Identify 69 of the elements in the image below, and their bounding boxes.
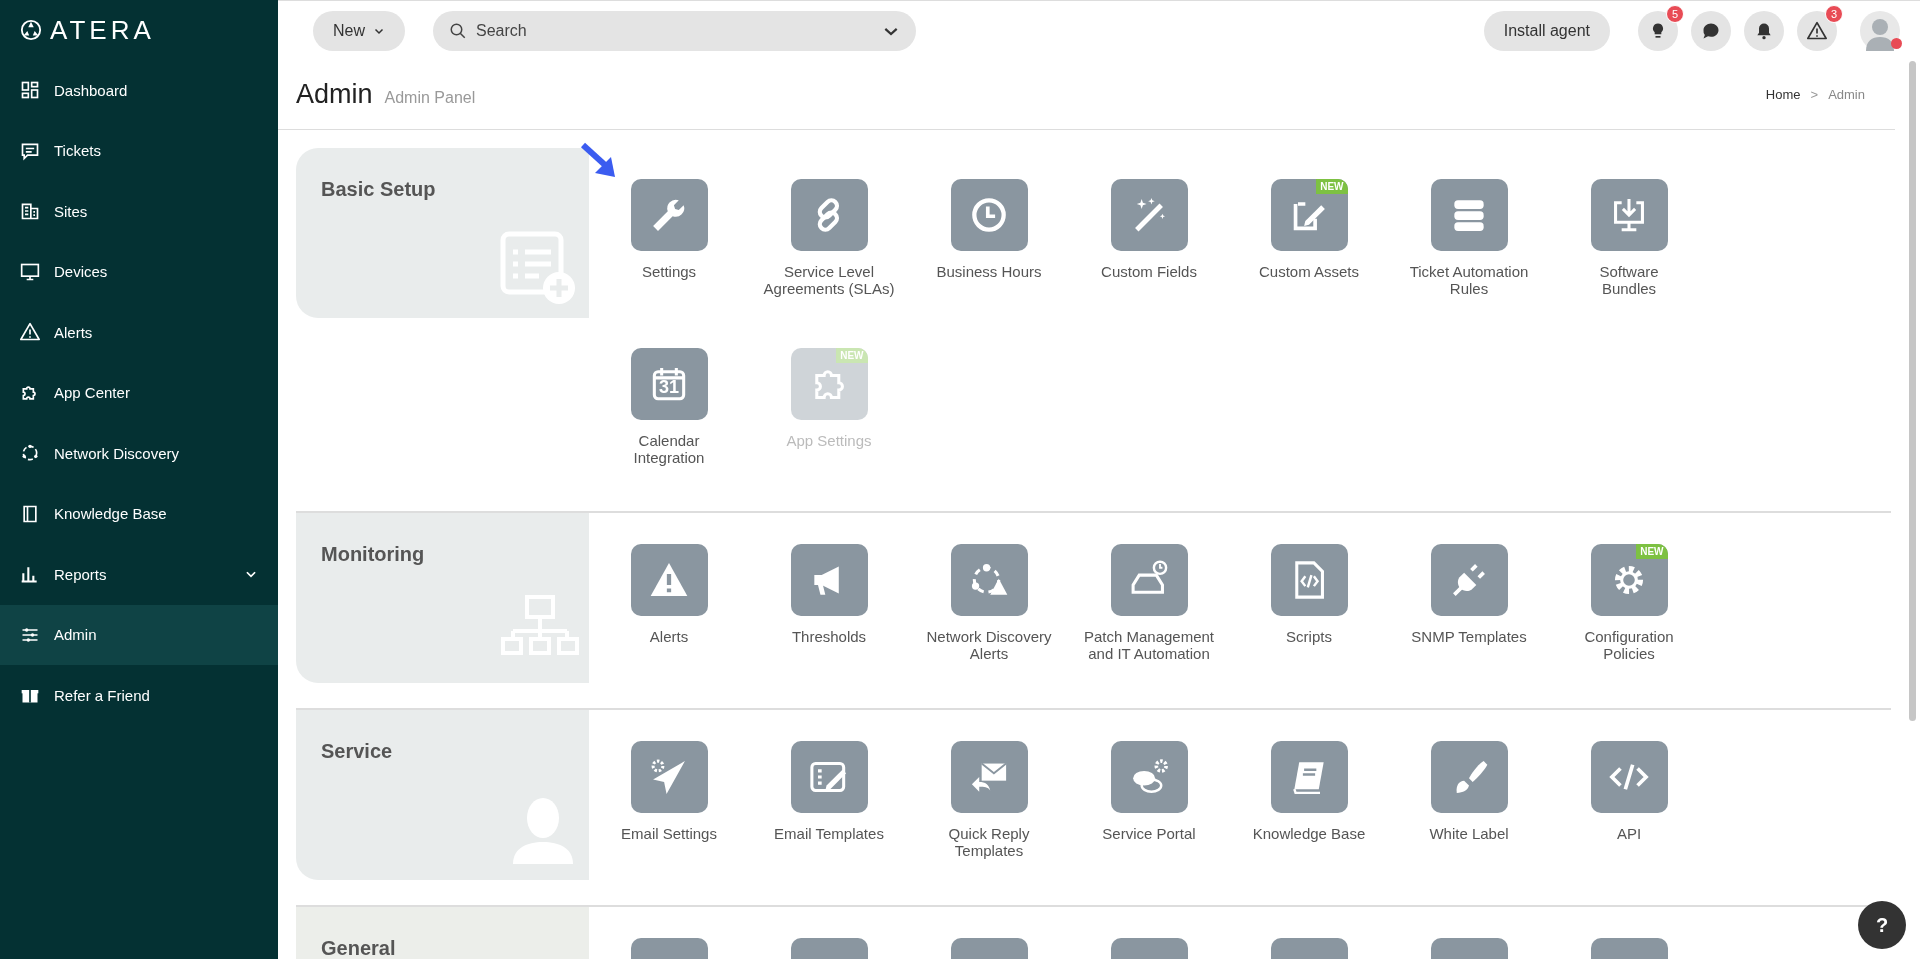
monitor-icon (20, 261, 40, 282)
scrollbar[interactable] (1909, 61, 1916, 721)
help-button[interactable]: ? (1858, 901, 1906, 949)
admin-item[interactable]: Email Templates (749, 741, 909, 879)
sidebar-item[interactable]: Tickets (0, 120, 278, 181)
search-field[interactable]: Search (433, 10, 916, 51)
section-title: General (321, 937, 396, 959)
lightbulb-button[interactable] (1638, 10, 1678, 51)
sidebar-item[interactable]: Refer a Friend (0, 665, 278, 726)
admin-item[interactable]: Scripts (1229, 544, 1389, 682)
notification-count: 3 (1825, 4, 1843, 23)
bar-chart-icon (20, 564, 40, 585)
section-title: Service (321, 740, 393, 763)
grid-icon (20, 80, 40, 101)
admin-item[interactable]: 31 Calendar Integration (589, 348, 749, 486)
admin-item[interactable]: Thresholds (749, 544, 909, 682)
admin-item[interactable]: Ticket Automation Rules (1389, 179, 1549, 317)
admin-item[interactable]: Custom Fields (1069, 179, 1229, 317)
new-button[interactable]: New (313, 10, 405, 51)
warning-button[interactable] (1797, 10, 1837, 51)
caret-icon (884, 26, 898, 36)
book-icon (20, 503, 40, 524)
admin-item[interactable]: SNMP Templates (1389, 544, 1549, 682)
breadcrumb-link[interactable]: Home (1765, 87, 1801, 102)
logo-icon (20, 19, 42, 41)
bell-button[interactable] (1744, 10, 1784, 51)
calendar-date: 31 (658, 377, 680, 398)
section-title: Monitoring (321, 543, 425, 566)
new-badge: NEW (836, 348, 868, 363)
page-subtitle: Admin Panel (384, 88, 477, 107)
admin-item[interactable]: Quick Reply Templates (909, 741, 1069, 879)
sidebar-item[interactable]: App Center (0, 362, 278, 423)
sidebar-item[interactable]: Knowledge Base (0, 483, 278, 544)
admin-item[interactable]: White Label (1389, 741, 1549, 879)
section-title: Basic Setup (321, 178, 436, 201)
admin-item[interactable]: Network Discovery Alerts (909, 544, 1069, 682)
admin-item[interactable]: Service Level Agreements (SLAs) (749, 179, 909, 317)
sidebar-item[interactable]: Admin (0, 604, 278, 665)
sidebar-item[interactable]: Reports (0, 544, 278, 605)
admin-item[interactable]: Service Portal (1069, 741, 1229, 879)
admin-item[interactable]: Knowledge Base (1229, 741, 1389, 879)
admin-item[interactable]: Settings (589, 179, 749, 317)
admin-item[interactable]: NEW Custom Assets (1229, 179, 1389, 317)
sidebar-item[interactable]: Sites (0, 181, 278, 242)
breadcrumb-link[interactable]: Admin (1828, 87, 1865, 102)
admin-item[interactable]: Patch Management and IT Automation (1069, 544, 1229, 682)
building-icon (20, 201, 40, 222)
sidebar-item[interactable]: Network Discovery (0, 423, 278, 484)
warning-icon (1807, 20, 1827, 41)
sidebar-item[interactable]: Dashboard (0, 60, 278, 121)
breadcrumb-separator: > (1810, 87, 1819, 102)
speech-bubble-button[interactable] (1691, 10, 1731, 51)
notification-count: 5 (1666, 4, 1684, 23)
admin-item[interactable]: Business Hours (909, 179, 1069, 317)
admin-item[interactable]: Email Settings (589, 741, 749, 879)
sidebar-item[interactable]: Alerts (0, 302, 278, 363)
page-title: Admin (296, 79, 373, 110)
sidebar-item[interactable]: Devices (0, 241, 278, 302)
new-badge: NEW (1316, 179, 1348, 194)
new-badge: NEW (1636, 544, 1668, 559)
warning-icon (20, 322, 40, 343)
admin-item[interactable]: API (1549, 741, 1709, 879)
logo-text: ATERA (50, 14, 155, 46)
search-icon (449, 21, 467, 40)
user-avatar[interactable] (1860, 10, 1900, 51)
admin-item[interactable]: Software Bundles (1549, 179, 1709, 317)
admin-item[interactable]: Alerts (589, 544, 749, 682)
admin-item[interactable]: NEW Configuration Policies (1549, 544, 1709, 682)
install-agent-button[interactable]: Install agent (1483, 10, 1610, 51)
